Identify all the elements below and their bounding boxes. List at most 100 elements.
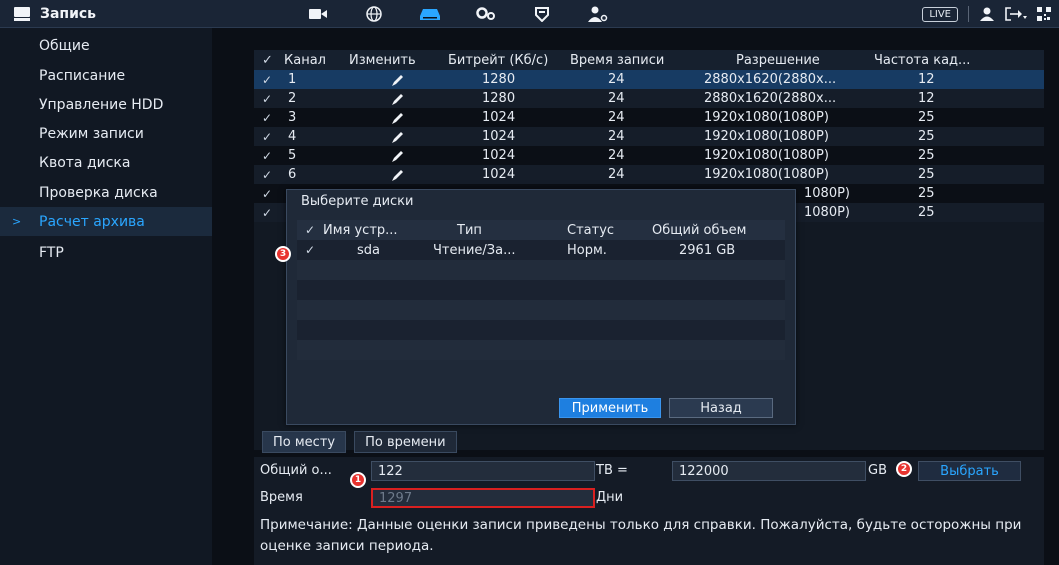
sidebar-item-disk-check[interactable]: Проверка диска — [0, 178, 212, 207]
edit-icon[interactable] — [392, 70, 404, 89]
apply-button[interactable]: Применить — [559, 398, 661, 418]
disk-row-empty — [297, 260, 785, 280]
qr-code-icon[interactable] — [1037, 7, 1051, 21]
top-nav — [290, 0, 626, 28]
row-checkbox[interactable]: ✓ — [262, 146, 272, 165]
column-header[interactable]: Время записи — [570, 50, 664, 70]
sidebar-item-label: Расчет архива — [39, 213, 145, 230]
user-icon[interactable] — [979, 7, 995, 21]
fps-cell: 25 — [918, 167, 935, 182]
column-header[interactable]: Тип — [457, 220, 482, 240]
sidebar-item-archive-calc[interactable]: > Расчет архива — [0, 207, 212, 236]
sidebar: Общие Расписание Управление HDD Режим за… — [0, 28, 212, 565]
sidebar-item-label: Проверка диска — [39, 184, 158, 201]
column-header[interactable]: Частота кад... — [874, 50, 970, 70]
record-time-cell: 24 — [608, 91, 625, 106]
system-settings-icon[interactable] — [458, 0, 514, 28]
row-checkbox[interactable]: ✓ — [262, 203, 272, 222]
select-all-checkbox[interactable]: ✓ — [262, 50, 273, 70]
fps-cell: 25 — [918, 110, 935, 125]
account-icon[interactable] — [570, 0, 626, 28]
shield-icon[interactable] — [514, 0, 570, 28]
channel-cell: 4 — [288, 129, 297, 144]
disk-status-cell: Норм. — [567, 242, 607, 258]
live-button[interactable]: LIVE — [922, 6, 958, 22]
select-disks-dialog: Выберите диски ✓ Имя устр... Тип Статус … — [286, 189, 796, 425]
disk-checkbox[interactable]: ✓ — [305, 240, 315, 260]
table-row[interactable]: ✓ 6 1024 24 1920x1080(1080P) 25 — [254, 165, 1044, 184]
edit-icon[interactable] — [392, 89, 404, 108]
table-row[interactable]: ✓ 1 1280 24 2880x1620(2880x... 12 — [254, 70, 1044, 89]
storage-icon[interactable] — [402, 0, 458, 28]
disk-row[interactable]: ✓ sda Чтение/За... Норм. 2961 GB — [297, 240, 785, 260]
back-button[interactable]: Назад — [669, 398, 773, 418]
sidebar-item-ftp[interactable]: FTP — [0, 238, 212, 267]
channel-cell: 3 — [288, 110, 297, 125]
disk-table: ✓ Имя устр... Тип Статус Общий объем ✓ s… — [297, 220, 785, 360]
total-capacity-label: Общий о... — [260, 463, 332, 478]
network-icon[interactable] — [346, 0, 402, 28]
fps-cell: 12 — [918, 72, 935, 87]
gb-label: GB — [868, 463, 887, 478]
record-days-input[interactable]: 1297 — [371, 488, 595, 508]
disk-name-cell: sda — [357, 242, 380, 258]
disk-row-empty — [297, 320, 785, 340]
select-all-disks-checkbox[interactable]: ✓ — [305, 220, 315, 240]
sidebar-item-disk-quota[interactable]: Квота диска — [0, 148, 212, 177]
record-time-cell: 24 — [608, 72, 625, 87]
marker-badge: 1 — [350, 472, 366, 488]
app-title-group: Запись — [14, 0, 96, 28]
row-checkbox[interactable]: ✓ — [262, 127, 272, 146]
sidebar-item-hdd-management[interactable]: Управление HDD — [0, 90, 212, 119]
fps-cell: 12 — [918, 91, 935, 106]
row-checkbox[interactable]: ✓ — [262, 108, 272, 127]
camera-icon[interactable] — [290, 0, 346, 28]
divider — [968, 6, 969, 22]
column-header[interactable]: Разрешение — [736, 50, 820, 70]
marker-badge: 3 — [275, 246, 291, 262]
disk-type-cell: Чтение/За... — [433, 242, 516, 258]
gb-value-input[interactable]: 122000 — [672, 461, 866, 481]
table-row[interactable]: ✓ 2 1280 24 2880x1620(2880x... 12 — [254, 89, 1044, 108]
edit-icon[interactable] — [392, 165, 404, 184]
column-header[interactable]: Изменить — [349, 50, 416, 70]
row-checkbox[interactable]: ✓ — [262, 184, 272, 203]
tab-by-place[interactable]: По месту — [262, 431, 347, 453]
channel-cell: 5 — [288, 148, 297, 163]
bitrate-cell: 1024 — [482, 167, 516, 182]
row-checkbox[interactable]: ✓ — [262, 89, 272, 108]
edit-icon[interactable] — [392, 108, 404, 127]
resolution-cell: 1920x1080(1080P) — [704, 167, 829, 182]
sidebar-item-general[interactable]: Общие — [0, 31, 212, 60]
fps-cell: 25 — [918, 205, 935, 220]
table-row[interactable]: ✓ 4 1024 24 1920x1080(1080P) 25 — [254, 127, 1044, 146]
time-label: Время — [260, 490, 303, 505]
column-header[interactable]: Статус — [567, 220, 614, 240]
record-icon — [14, 7, 30, 21]
fps-cell: 25 — [918, 129, 935, 144]
column-header[interactable]: Битрейт (Кб/с) — [448, 50, 548, 70]
bitrate-cell: 1024 — [482, 110, 516, 125]
resolution-cell: 1920x1080(1080P) — [704, 129, 829, 144]
logout-icon[interactable] — [1005, 7, 1027, 21]
record-time-cell: 24 — [608, 148, 625, 163]
row-checkbox[interactable]: ✓ — [262, 70, 272, 89]
edit-icon[interactable] — [392, 127, 404, 146]
column-header[interactable]: Общий объем — [652, 220, 747, 240]
table-row[interactable]: ✓ 5 1024 24 1920x1080(1080P) 25 — [254, 146, 1044, 165]
column-header[interactable]: Канал — [284, 50, 326, 70]
column-header[interactable]: Имя устр... — [323, 220, 398, 240]
sidebar-item-record-mode[interactable]: Режим записи — [0, 119, 212, 148]
table-row[interactable]: ✓ 3 1024 24 1920x1080(1080P) 25 — [254, 108, 1044, 127]
page-title: Запись — [40, 6, 97, 22]
tab-by-time[interactable]: По времени — [354, 431, 457, 453]
row-checkbox[interactable]: ✓ — [262, 165, 272, 184]
total-capacity-input[interactable]: 122 — [371, 461, 595, 481]
bitrate-cell: 1280 — [482, 91, 516, 106]
bitrate-cell: 1024 — [482, 129, 516, 144]
sidebar-item-schedule[interactable]: Расписание — [0, 61, 212, 90]
table-header: ✓ Канал Изменить Битрейт (Кб/с) Время за… — [254, 50, 1044, 70]
select-disks-button[interactable]: Выбрать — [918, 461, 1021, 481]
disk-total-cell: 2961 GB — [679, 242, 736, 258]
edit-icon[interactable] — [392, 146, 404, 165]
